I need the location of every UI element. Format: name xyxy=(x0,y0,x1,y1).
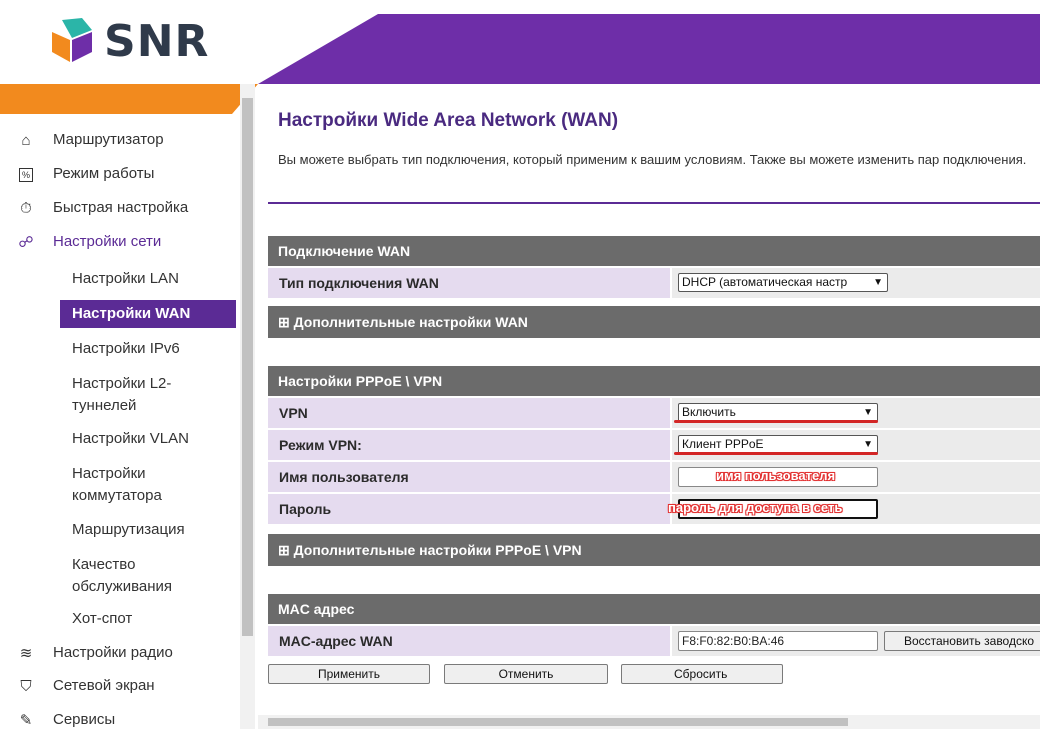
sidebar-subitem-ipv6[interactable]: Настройки IPv6 xyxy=(72,338,180,360)
username-label: Имя пользователя xyxy=(268,462,670,492)
page-description: Вы можете выбрать тип подключения, котор… xyxy=(278,152,1027,167)
wifi-icon: ≋ xyxy=(19,645,33,662)
sidebar-subitem-l2[interactable]: Настройки L2- туннелей xyxy=(72,373,171,417)
cancel-button[interactable]: Отменить xyxy=(444,664,608,684)
sidebar-item-mode[interactable]: % Режим работы xyxy=(0,165,240,187)
mac-label: MAC-адрес WAN xyxy=(268,626,670,656)
reset-button[interactable]: Сбросить xyxy=(621,664,783,684)
wan-type-label: Тип подключения WAN xyxy=(268,268,670,298)
highlight-underline xyxy=(674,452,878,455)
apply-button[interactable]: Применить xyxy=(268,664,430,684)
divider xyxy=(268,202,1040,204)
row-password: Пароль пароль для доступа в сеть xyxy=(268,494,1040,524)
section-header-mac: MAC адрес xyxy=(268,594,1040,624)
brand-name: SNR xyxy=(104,16,210,67)
network-icon: ☍ xyxy=(18,234,34,251)
chevron-down-icon: ▼ xyxy=(863,439,873,450)
shield-icon: ⛉ xyxy=(20,677,32,695)
horizontal-scrollbar[interactable] xyxy=(258,715,1040,729)
pppoe-advanced-toggle[interactable]: ⊞ Дополнительные настройки PPPoE \ VPN xyxy=(268,534,1040,566)
sidebar: ⌂ Маршрутизатор % Режим работы ⏱ Быстрая… xyxy=(0,114,240,729)
snr-logo-icon xyxy=(52,18,92,62)
sidebar-item-firewall[interactable]: ⛉ Сетевой экран xyxy=(0,677,240,699)
row-vpn: VPN Включить ▼ xyxy=(268,398,1040,428)
wan-type-select[interactable]: DHCP (автоматическая настр ▼ xyxy=(678,273,888,292)
row-vpn-mode: Режим VPN: Клиент PPPoE ▼ xyxy=(268,430,1040,460)
router-icon: ⌂ xyxy=(21,131,31,149)
sidebar-subitem-hotspot[interactable]: Хот-спот xyxy=(72,608,132,630)
sidebar-scrollbar-thumb[interactable] xyxy=(242,98,253,636)
main-content: Настройки Wide Area Network (WAN) Вы мож… xyxy=(258,84,1040,729)
chevron-down-icon: ▼ xyxy=(873,277,883,288)
restore-mac-button[interactable]: Восстановить заводско xyxy=(884,631,1040,651)
sidebar-item-services[interactable]: ✎ Сервисы xyxy=(0,711,240,729)
sidebar-item-router[interactable]: ⌂ Маршрутизатор xyxy=(0,131,240,153)
header-band xyxy=(258,14,1040,84)
sidebar-subitem-lan[interactable]: Настройки LAN xyxy=(72,268,179,290)
horizontal-scrollbar-thumb[interactable] xyxy=(268,718,848,726)
row-wan-type: Тип подключения WAN DHCP (автоматическая… xyxy=(268,268,1040,298)
logo: SNR xyxy=(0,0,258,84)
sidebar-subitem-qos[interactable]: Качество обслуживания xyxy=(72,554,172,598)
highlight-underline xyxy=(674,420,878,423)
stopwatch-icon: ⏱ xyxy=(20,199,32,217)
section-header-wan: Подключение WAN xyxy=(268,236,1040,266)
accent-bar xyxy=(0,84,258,114)
sidebar-subitem-switch[interactable]: Настройки коммутатора xyxy=(72,463,162,507)
row-mac: MAC-адрес WAN F8:F0:82:B0:BA:46 Восстано… xyxy=(268,626,1040,656)
sidebar-item-radio[interactable]: ≋ Настройки радио xyxy=(0,644,240,666)
password-label: Пароль xyxy=(268,494,670,524)
sidebar-subitem-vlan[interactable]: Настройки VLAN xyxy=(72,428,189,450)
wrench-icon: ✎ xyxy=(19,712,33,729)
password-annotation: пароль для доступа в сеть xyxy=(668,500,843,515)
mac-input[interactable]: F8:F0:82:B0:BA:46 xyxy=(678,631,878,651)
sidebar-item-quick-setup[interactable]: ⏱ Быстрая настройка xyxy=(0,199,240,221)
sidebar-subitem-routing[interactable]: Маршрутизация xyxy=(72,519,185,541)
sidebar-scrollbar[interactable] xyxy=(240,84,255,729)
section-header-pppoe: Настройки PPPoE \ VPN xyxy=(268,366,1040,396)
sidebar-item-network[interactable]: ☍ Настройки сети xyxy=(0,233,240,255)
sidebar-subitem-wan[interactable]: Настройки WAN xyxy=(60,300,236,328)
chevron-down-icon: ▼ xyxy=(863,407,873,418)
page-title: Настройки Wide Area Network (WAN) xyxy=(278,110,619,131)
username-annotation: имя пользователя xyxy=(716,468,836,483)
wan-advanced-toggle[interactable]: ⊞ Дополнительные настройки WAN xyxy=(268,306,1040,338)
vpn-label: VPN xyxy=(268,398,670,428)
row-username: Имя пользователя имя пользователя xyxy=(268,462,1040,492)
mode-icon: % xyxy=(19,168,33,182)
vpn-mode-label: Режим VPN: xyxy=(268,430,670,460)
